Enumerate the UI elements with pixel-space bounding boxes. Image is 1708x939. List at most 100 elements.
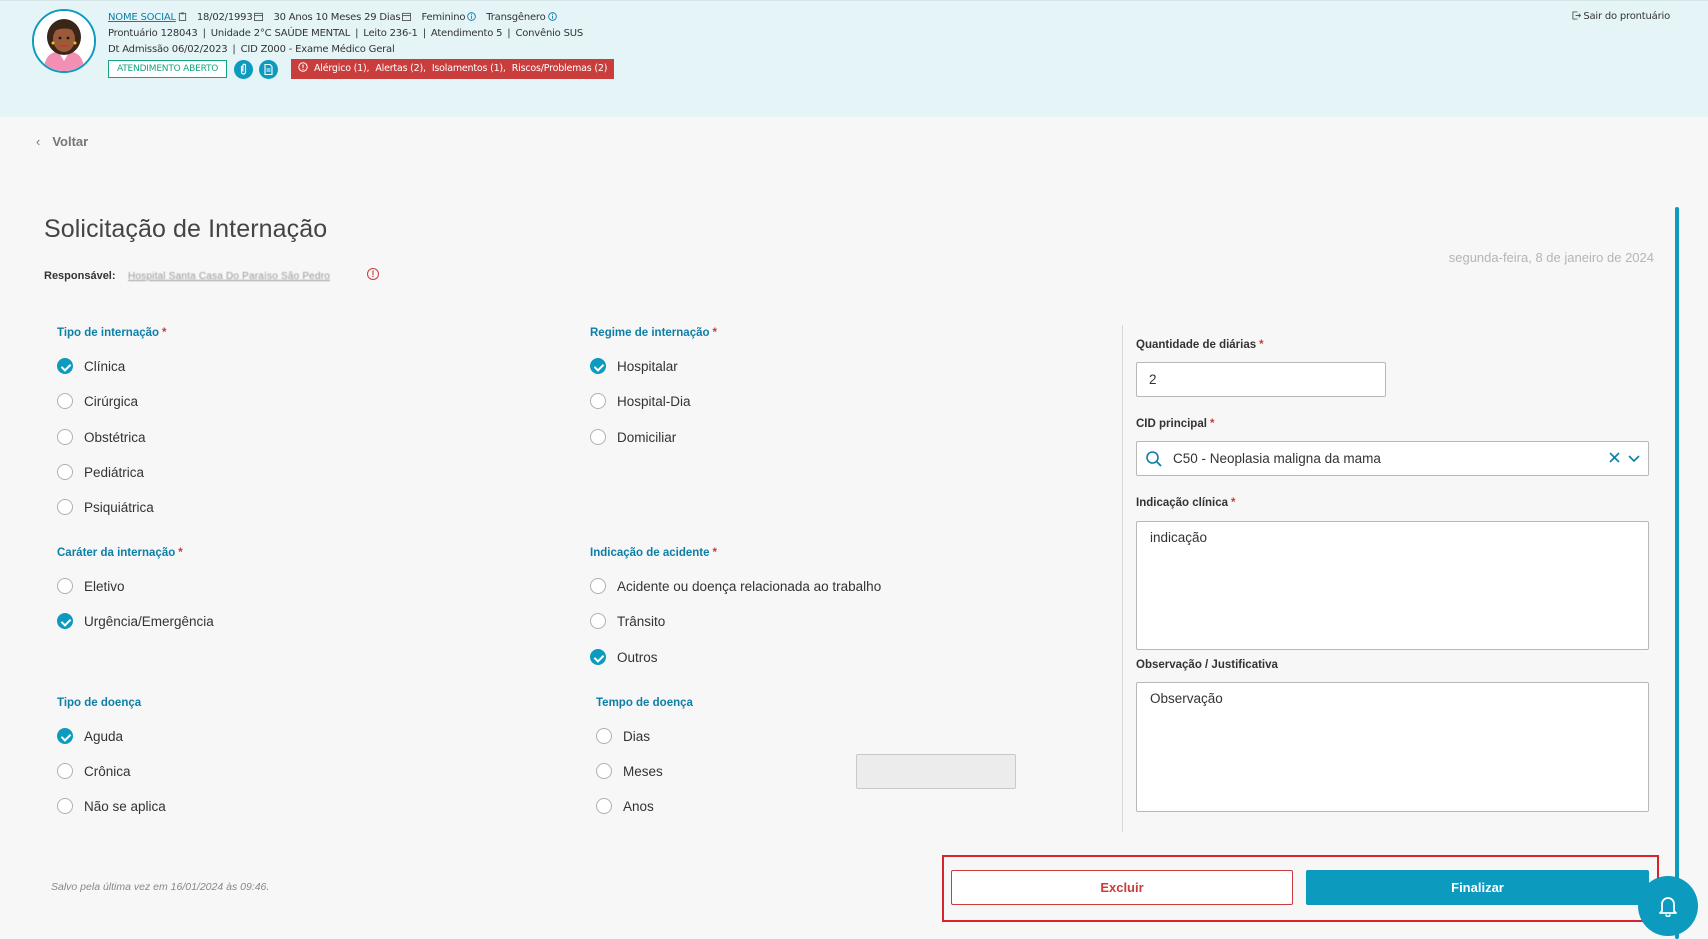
radio-unchecked[interactable] — [590, 393, 606, 409]
alert-isolamentos[interactable]: Isolamentos (1), — [432, 63, 506, 74]
delete-button[interactable]: Excluir — [951, 870, 1293, 905]
radio-urgencia[interactable]: Urgência/Emergência — [57, 611, 214, 631]
radio-nao-se-aplica[interactable]: Não se aplica — [57, 796, 166, 816]
column-divider — [1122, 325, 1123, 832]
birthdate: 18/02/1993 — [196, 12, 253, 23]
current-date: segunda-feira, 8 de janeiro de 2024 — [1448, 250, 1654, 265]
observacao-label: Observação / Justificativa — [1136, 659, 1278, 671]
info-icon[interactable] — [547, 12, 557, 21]
indicacao-acidente-label: Indicação de acidente * — [590, 547, 717, 559]
radio-checked[interactable] — [590, 649, 606, 665]
radio-unchecked[interactable] — [57, 464, 73, 480]
cid-principal-label: CID principal * — [1136, 418, 1215, 430]
radio-transito[interactable]: Trânsito — [590, 611, 665, 631]
tipo-internacao-label: Tipo de internação * — [57, 327, 167, 339]
radio-obstetrica[interactable]: Obstétrica — [57, 427, 146, 447]
radio-dias[interactable]: Dias — [596, 726, 650, 746]
responsavel-label: Responsável: — [44, 270, 116, 282]
scrollbar[interactable] — [1675, 207, 1679, 939]
gender: Feminino — [421, 12, 466, 23]
radio-unchecked[interactable] — [596, 728, 612, 744]
radio-psiquiatrica[interactable]: Psiquiátrica — [57, 497, 154, 517]
radio-hospital-dia[interactable]: Hospital-Dia — [590, 391, 691, 411]
radio-acidente-trabalho[interactable]: Acidente ou doença relacionada ao trabal… — [590, 576, 881, 596]
last-saved-text: Salvo pela última vez em 16/01/2024 às 0… — [51, 881, 270, 893]
finish-button[interactable]: Finalizar — [1306, 870, 1649, 905]
radio-cronica[interactable]: Crônica — [57, 761, 131, 781]
clear-icon[interactable] — [1609, 450, 1620, 468]
chevron-left-icon: ‹ — [36, 134, 41, 149]
alert-alergico[interactable]: Alérgico (1), — [314, 63, 370, 74]
alert-icon — [298, 62, 308, 72]
patient-line-1: NOME SOCIAL 18/02/1993 30 Anos 10 Meses 29… — [108, 12, 567, 23]
radio-unchecked[interactable] — [57, 798, 73, 814]
radio-unchecked[interactable] — [57, 578, 73, 594]
radio-unchecked[interactable] — [590, 429, 606, 445]
alert-icon[interactable]: ! — [367, 268, 379, 280]
radio-meses[interactable]: Meses — [596, 761, 663, 781]
radio-cirurgica[interactable]: Cirúrgica — [57, 391, 138, 411]
radio-clinica[interactable]: Clínica — [57, 356, 125, 376]
leito: Leito 236-1 — [363, 28, 418, 39]
radio-hospitalar[interactable]: Hospitalar — [590, 356, 678, 376]
radio-pediatrica[interactable]: Pediátrica — [57, 462, 144, 482]
radio-eletivo[interactable]: Eletivo — [57, 576, 125, 596]
radio-unchecked[interactable] — [57, 429, 73, 445]
patient-avatar — [32, 9, 96, 73]
radio-aguda[interactable]: Aguda — [57, 726, 123, 746]
prontuario: Prontuário 128043 — [108, 28, 198, 39]
cid-principal-select[interactable]: C50 - Neoplasia maligna da mama — [1136, 441, 1649, 476]
social-name-link[interactable]: NOME SOCIAL — [108, 12, 176, 23]
page-title: Solicitação de Internação — [44, 215, 328, 243]
bell-icon — [1659, 897, 1677, 917]
responsavel-value[interactable]: Hospital Santa Casa Do Paraíso São Pedro — [128, 271, 360, 283]
info-icon[interactable] — [467, 12, 477, 21]
radio-anos[interactable]: Anos — [596, 796, 654, 816]
convenio: Convênio SUS — [515, 28, 583, 39]
alert-riscos[interactable]: Riscos/Problemas (2) — [512, 63, 608, 74]
regime-internacao-label: Regime de internação * — [590, 327, 717, 339]
paperclip-icon — [240, 63, 247, 75]
radio-unchecked[interactable] — [590, 578, 606, 594]
patient-header: NOME SOCIAL 18/02/1993 30 Anos 10 Meses 29… — [0, 0, 1708, 117]
patient-line-2: Prontuário 128043 | Unidade 2°C SAÚDE MENT… — [108, 28, 583, 39]
radio-domiciliar[interactable]: Domiciliar — [590, 427, 676, 447]
radio-checked[interactable] — [590, 358, 606, 374]
radio-unchecked[interactable] — [596, 798, 612, 814]
admission-date: Dt Admissão 06/02/2023 — [108, 44, 228, 55]
notifications-button[interactable] — [1638, 876, 1698, 936]
alerts-bar[interactable]: Alérgico (1), Alertas (2), Isolamentos (1)… — [291, 59, 615, 79]
exit-record-link[interactable]: Sair do prontuário — [1572, 11, 1670, 22]
radio-unchecked[interactable] — [57, 763, 73, 779]
gender-identity: Transgênero — [486, 12, 546, 23]
clipboard-icon[interactable] — [178, 12, 187, 21]
quantidade-diarias-input[interactable]: 2 — [1136, 362, 1386, 397]
cid-principal-value: C50 - Neoplasia maligna da mama — [1173, 451, 1381, 466]
calendar-icon — [254, 12, 264, 21]
attachment-button[interactable] — [234, 60, 253, 79]
radio-unchecked[interactable] — [596, 763, 612, 779]
radio-checked[interactable] — [57, 358, 73, 374]
observacao-textarea[interactable]: Observação — [1136, 682, 1649, 812]
patient-line-3: Dt Admissão 06/02/2023 | CID Z000 - Exame … — [108, 44, 395, 55]
radio-unchecked[interactable] — [590, 613, 606, 629]
indicacao-clinica-textarea[interactable]: indicação — [1136, 521, 1649, 650]
tipo-doenca-label: Tipo de doença — [57, 697, 142, 709]
alert-alertas[interactable]: Alertas (2), — [375, 63, 426, 74]
tempo-doenca-input — [856, 754, 1016, 789]
patient-age: 30 Anos 10 Meses 29 Dias — [273, 12, 401, 23]
radio-unchecked[interactable] — [57, 499, 73, 515]
radio-checked[interactable] — [57, 613, 73, 629]
unidade: Unidade 2°C SAÚDE MENTAL — [210, 28, 351, 39]
back-button[interactable]: ‹ Voltar — [36, 134, 88, 149]
carater-internacao-label: Caráter da internação * — [57, 547, 183, 559]
status-badge: ATENDIMENTO ABERTO — [108, 60, 228, 78]
exit-label: Sair do prontuário — [1583, 11, 1670, 22]
exit-icon — [1572, 11, 1582, 20]
document-button[interactable] — [259, 60, 278, 79]
radio-outros[interactable]: Outros — [590, 647, 658, 667]
chevron-down-icon[interactable] — [1628, 451, 1640, 466]
radio-checked[interactable] — [57, 728, 73, 744]
back-label: Voltar — [52, 134, 89, 149]
radio-unchecked[interactable] — [57, 393, 73, 409]
